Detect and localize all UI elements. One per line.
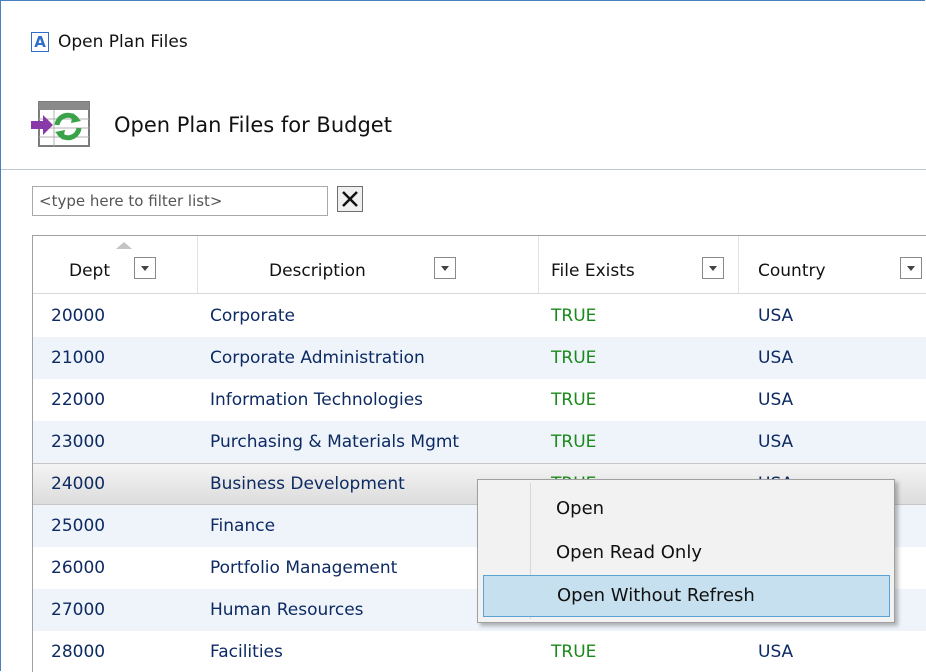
cell-dept: 25000 xyxy=(51,516,106,536)
table-row[interactable]: 20000 Corporate TRUE USA xyxy=(33,295,926,337)
cell-description: Portfolio Management xyxy=(210,558,398,578)
menu-item-open-without-refresh[interactable]: Open Without Refresh xyxy=(483,575,890,617)
cell-dept: 24000 xyxy=(51,474,106,494)
grid-header-row: Dept Description File Exists Country xyxy=(33,236,926,294)
cell-description: Finance xyxy=(210,516,276,536)
close-icon xyxy=(342,191,358,207)
cell-country: USA xyxy=(758,432,794,452)
table-row[interactable]: 23000 Purchasing & Materials Mgmt TRUE U… xyxy=(33,421,926,463)
table-row[interactable]: 22000 Information Technologies TRUE USA xyxy=(33,379,926,421)
column-header-country[interactable]: Country xyxy=(739,236,926,293)
open-plan-files-window: A Open Plan Files Open Plan Files for Bu… xyxy=(0,0,926,672)
column-label-description: Description xyxy=(269,261,366,281)
column-header-file-exists[interactable]: File Exists xyxy=(539,236,739,293)
page-title: Open Plan Files for Budget xyxy=(114,113,392,137)
cell-dept: 27000 xyxy=(51,600,106,620)
sort-ascending-icon xyxy=(116,242,132,249)
cell-dept: 22000 xyxy=(51,390,106,410)
header-divider xyxy=(1,169,926,170)
dropdown-arrow-icon xyxy=(709,266,717,271)
country-filter-dropdown[interactable] xyxy=(900,257,922,279)
cell-file-exists: TRUE xyxy=(551,306,597,326)
table-row[interactable]: 21000 Corporate Administration TRUE USA xyxy=(33,337,926,379)
title-bar: A Open Plan Files xyxy=(1,1,926,87)
cell-country: USA xyxy=(758,642,794,662)
cell-file-exists: TRUE xyxy=(551,390,597,410)
column-header-dept[interactable]: Dept xyxy=(33,236,198,293)
dropdown-arrow-icon xyxy=(907,266,915,271)
cell-description: Business Development xyxy=(210,474,405,494)
cell-file-exists: TRUE xyxy=(551,642,597,662)
row-context-menu: Open Open Read Only Open Without Refresh xyxy=(477,479,895,623)
cell-dept: 20000 xyxy=(51,306,106,326)
cell-description: Information Technologies xyxy=(210,390,424,410)
open-plan-files-icon xyxy=(31,101,90,147)
cell-description: Facilities xyxy=(210,642,283,662)
column-label-country: Country xyxy=(758,261,826,281)
cell-country: USA xyxy=(758,306,794,326)
window-title: Open Plan Files xyxy=(58,32,188,52)
cell-dept: 26000 xyxy=(51,558,106,578)
dropdown-arrow-icon xyxy=(141,266,149,271)
column-label-file-exists: File Exists xyxy=(551,261,635,281)
description-filter-dropdown[interactable] xyxy=(434,257,456,279)
cell-description: Corporate xyxy=(210,306,295,326)
table-row[interactable]: 28000 Facilities TRUE USA xyxy=(33,631,926,672)
dept-filter-dropdown[interactable] xyxy=(134,257,156,279)
cell-description: Corporate Administration xyxy=(210,348,425,368)
menu-item-open-read-only[interactable]: Open Read Only xyxy=(483,533,890,575)
cell-dept: 28000 xyxy=(51,642,106,662)
cell-country: USA xyxy=(758,348,794,368)
cell-description: Purchasing & Materials Mgmt xyxy=(210,432,460,452)
column-header-description[interactable]: Description xyxy=(198,236,539,293)
cell-file-exists: TRUE xyxy=(551,432,597,452)
cell-description: Human Resources xyxy=(210,600,364,620)
file-exists-filter-dropdown[interactable] xyxy=(702,257,724,279)
cell-dept: 23000 xyxy=(51,432,106,452)
app-logo-icon: A xyxy=(31,32,49,52)
cell-dept: 21000 xyxy=(51,348,106,368)
filter-input[interactable] xyxy=(32,186,328,216)
cell-file-exists: TRUE xyxy=(551,348,597,368)
dropdown-arrow-icon xyxy=(441,266,449,271)
cell-country: USA xyxy=(758,390,794,410)
column-label-dept: Dept xyxy=(69,261,111,281)
menu-item-open[interactable]: Open xyxy=(483,489,890,531)
clear-filter-button[interactable] xyxy=(337,186,363,212)
